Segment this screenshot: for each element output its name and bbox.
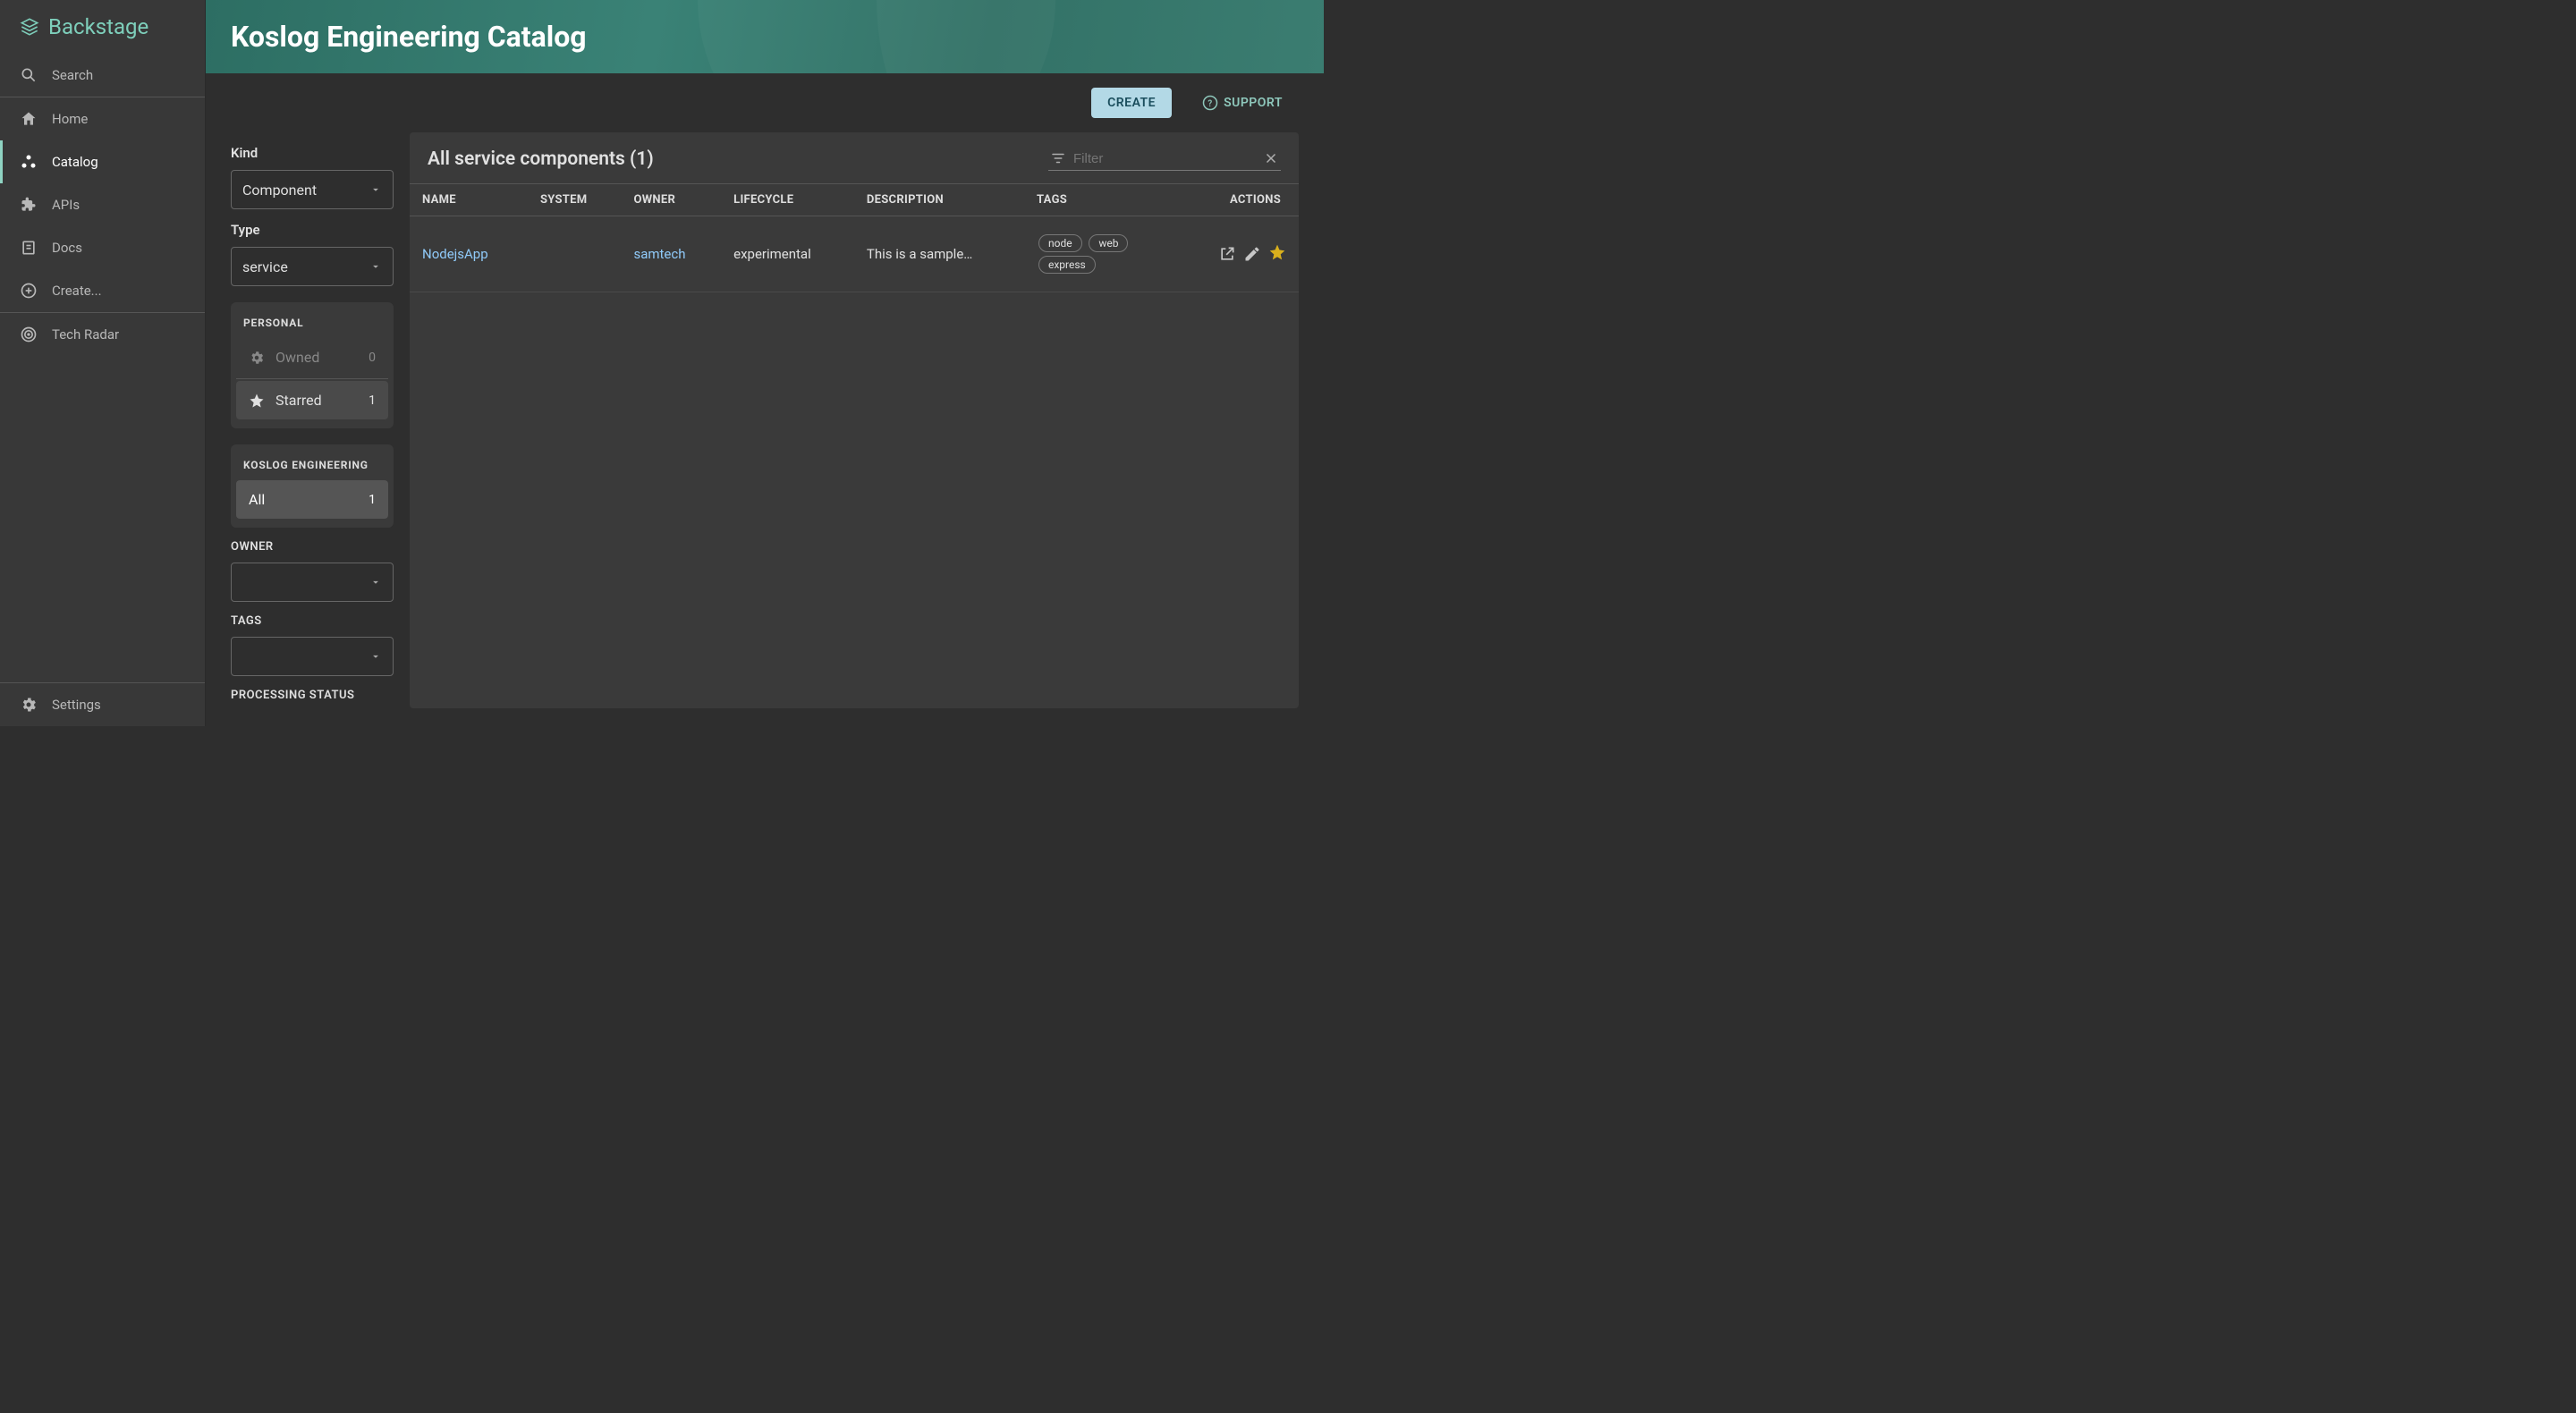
kind-select[interactable]: Component bbox=[231, 170, 394, 209]
open-icon[interactable] bbox=[1218, 245, 1236, 263]
brand-logo[interactable]: Backstage bbox=[0, 0, 205, 54]
backstage-icon bbox=[18, 15, 41, 38]
page-header: Koslog Engineering Catalog bbox=[206, 0, 1324, 73]
tag-chip[interactable]: web bbox=[1089, 234, 1128, 252]
table-panel: All service components (1) NAME SYSTEM O… bbox=[410, 132, 1299, 708]
create-button[interactable]: CREATE bbox=[1091, 88, 1172, 118]
home-icon bbox=[20, 110, 38, 128]
cell-tags: node web express bbox=[1024, 216, 1178, 292]
sidebar-item-label: Docs bbox=[52, 240, 82, 256]
sidebar-item-apis[interactable]: APIs bbox=[0, 183, 205, 226]
sidebar-item-label: Tech Radar bbox=[52, 326, 119, 343]
star-toggle[interactable] bbox=[1268, 243, 1286, 265]
catalog-table: NAME SYSTEM OWNER LIFECYCLE DESCRIPTION … bbox=[410, 183, 1299, 292]
filter-input[interactable] bbox=[1073, 151, 1256, 166]
chevron-down-icon bbox=[369, 650, 382, 663]
filter-panel: Kind Component Type service PERSONAL Own… bbox=[206, 132, 394, 726]
sidebar-item-label: Create... bbox=[52, 283, 102, 299]
support-button[interactable]: ? SUPPORT bbox=[1186, 88, 1299, 118]
gear-icon bbox=[249, 350, 265, 366]
filter-label: Starred bbox=[275, 392, 322, 409]
entity-name-link[interactable]: NodejsApp bbox=[422, 246, 488, 262]
filter-label: Owned bbox=[275, 349, 319, 366]
filter-count: 1 bbox=[369, 393, 376, 408]
plus-circle-icon bbox=[20, 282, 38, 300]
sidebar-search[interactable]: Search bbox=[0, 54, 205, 97]
filter-all[interactable]: All 1 bbox=[236, 480, 388, 519]
sidebar-item-label: Catalog bbox=[52, 154, 98, 170]
sidebar: Backstage Search Home Catalog APIs Docs … bbox=[0, 0, 206, 726]
help-icon: ? bbox=[1202, 95, 1218, 111]
col-lifecycle[interactable]: LIFECYCLE bbox=[721, 184, 854, 216]
tag-chip[interactable]: node bbox=[1038, 234, 1082, 252]
tag-chip[interactable]: express bbox=[1038, 256, 1096, 274]
sidebar-item-techradar[interactable]: Tech Radar bbox=[0, 313, 205, 356]
sidebar-item-catalog[interactable]: Catalog bbox=[0, 140, 205, 183]
col-actions: ACTIONS bbox=[1178, 184, 1299, 216]
type-select[interactable]: service bbox=[231, 247, 394, 286]
filter-count: 0 bbox=[369, 351, 376, 365]
sidebar-item-docs[interactable]: Docs bbox=[0, 226, 205, 269]
page-title: Koslog Engineering Catalog bbox=[231, 20, 1299, 54]
personal-heading: PERSONAL bbox=[231, 313, 394, 336]
sidebar-item-create[interactable]: Create... bbox=[0, 269, 205, 312]
type-label: Type bbox=[231, 222, 394, 238]
table-row: NodejsApp samtech experimental This is a… bbox=[410, 216, 1299, 292]
sidebar-item-label: Home bbox=[52, 111, 88, 127]
entity-owner-link[interactable]: samtech bbox=[633, 246, 685, 262]
sidebar-search-label: Search bbox=[52, 67, 93, 83]
cell-lifecycle: experimental bbox=[721, 216, 854, 292]
filter-icon bbox=[1050, 150, 1066, 166]
col-name[interactable]: NAME bbox=[410, 184, 528, 216]
catalog-icon bbox=[20, 153, 38, 171]
tags-select[interactable] bbox=[231, 637, 394, 676]
sidebar-item-label: Settings bbox=[52, 697, 101, 713]
col-description[interactable]: DESCRIPTION bbox=[854, 184, 1024, 216]
sidebar-item-home[interactable]: Home bbox=[0, 97, 205, 140]
search-icon bbox=[20, 66, 38, 84]
chevron-down-icon bbox=[369, 260, 382, 273]
kind-label: Kind bbox=[231, 145, 394, 161]
sidebar-item-label: APIs bbox=[52, 197, 80, 213]
star-icon bbox=[1268, 243, 1286, 261]
star-icon bbox=[249, 393, 265, 409]
filter-starred[interactable]: Starred 1 bbox=[236, 381, 388, 419]
radar-icon bbox=[20, 326, 38, 343]
support-button-label: SUPPORT bbox=[1224, 96, 1283, 110]
org-heading: KOSLOG ENGINEERING bbox=[231, 455, 394, 478]
personal-card: PERSONAL Owned 0 Starred 1 bbox=[231, 302, 394, 428]
filter-count: 1 bbox=[369, 493, 376, 507]
gear-icon bbox=[20, 696, 38, 714]
org-card: KOSLOG ENGINEERING All 1 bbox=[231, 444, 394, 528]
col-tags[interactable]: TAGS bbox=[1024, 184, 1178, 216]
chevron-down-icon bbox=[369, 576, 382, 588]
docs-icon bbox=[20, 239, 38, 257]
extension-icon bbox=[20, 196, 38, 214]
chevron-down-icon bbox=[369, 183, 382, 196]
svg-text:?: ? bbox=[1208, 99, 1212, 109]
col-owner[interactable]: OWNER bbox=[621, 184, 721, 216]
processing-label: PROCESSING STATUS bbox=[231, 689, 394, 702]
cell-system bbox=[528, 216, 622, 292]
create-button-label: CREATE bbox=[1107, 96, 1156, 110]
toolbar: CREATE ? SUPPORT bbox=[206, 73, 1324, 132]
owner-select[interactable] bbox=[231, 563, 394, 602]
brand-name: Backstage bbox=[48, 14, 148, 39]
filter-owned[interactable]: Owned 0 bbox=[236, 338, 388, 377]
table-filter[interactable] bbox=[1048, 147, 1281, 171]
kind-value: Component bbox=[242, 182, 317, 199]
close-icon[interactable] bbox=[1263, 150, 1279, 166]
divider bbox=[236, 378, 388, 379]
filter-label: All bbox=[249, 491, 265, 508]
tags-label: TAGS bbox=[231, 614, 394, 628]
owner-label: OWNER bbox=[231, 540, 394, 554]
edit-icon[interactable] bbox=[1243, 245, 1261, 263]
table-title: All service components (1) bbox=[428, 148, 654, 170]
cell-description: This is a sample… bbox=[867, 246, 992, 262]
type-value: service bbox=[242, 258, 288, 275]
sidebar-item-settings[interactable]: Settings bbox=[0, 683, 205, 726]
col-system[interactable]: SYSTEM bbox=[528, 184, 622, 216]
